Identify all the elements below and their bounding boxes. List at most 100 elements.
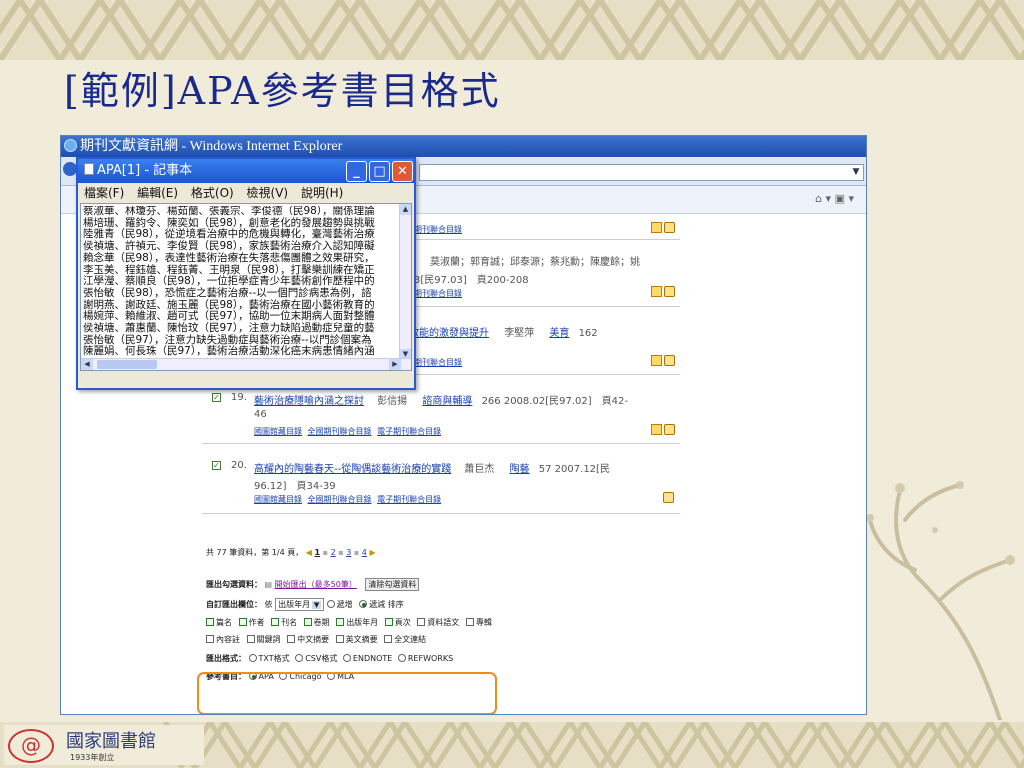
record-meta-cont: 96.12] 頁34-39	[254, 481, 336, 492]
record-journal-link[interactable]: 美育	[549, 328, 569, 339]
printer-icon: ▤	[264, 580, 273, 589]
document-icon[interactable]	[651, 286, 662, 297]
record-authors: 莫淑蘭；郭育誠；邱泰源；蔡兆勳；陳慶餘；姚	[430, 257, 640, 268]
document-icon[interactable]	[651, 355, 662, 366]
page-link-3[interactable]: 3	[346, 548, 351, 557]
page-link-1[interactable]: 1	[314, 548, 320, 557]
horizontal-scrollbar[interactable]: ◀ ▶	[81, 358, 411, 370]
notepad-icon	[84, 163, 94, 175]
text-line: 侯禎塘、蕭惠蘭、陳怡玟（民97），注意力缺陷過動症兒童的藝	[83, 322, 375, 335]
notepad-text-area[interactable]: 蔡淑華、林瓊芬、楊茹蘭、張義宗、李俊德（民98），關係理論 楊培珊、羅鈞令、陳奕…	[80, 203, 412, 371]
record-checkbox[interactable]: ✓	[212, 393, 221, 402]
field-checkbox-pages[interactable]	[384, 618, 393, 626]
highlight-box	[197, 672, 497, 714]
home-feed-icons[interactable]: ⌂ ▾ ▣ ▾	[815, 192, 854, 205]
record-title-link[interactable]: 效能的激發與提升	[409, 328, 489, 339]
document-icon[interactable]	[651, 222, 662, 233]
field-checkbox-special[interactable]	[465, 618, 474, 626]
record-author: 李堅萍	[504, 328, 535, 339]
back-button[interactable]	[63, 162, 77, 176]
page-link-4[interactable]: 4	[362, 548, 367, 557]
field-checkbox-en-abstract[interactable]	[335, 635, 344, 643]
field-checkbox-fulltext[interactable]	[384, 635, 393, 643]
clear-selection-button[interactable]: 清除勾選資料	[365, 578, 420, 591]
record-title-link[interactable]: 高耀內的陶藝春天--從陶偶談藝術治療的實踐	[254, 464, 451, 475]
format-radio-endnote[interactable]	[342, 654, 351, 662]
link-union-catalog[interactable]: 全國期刊聯合目錄	[308, 495, 372, 504]
field-label: 內容註	[216, 635, 240, 644]
maximize-button[interactable]: □	[369, 161, 390, 182]
sort-suffix: 排序	[387, 600, 404, 609]
magnifier-icon[interactable]	[664, 286, 675, 297]
notepad-window: APA[1] - 記事本 _ □ ✕ 檔案(F) 編輯(E) 格式(O) 檢視(…	[76, 157, 416, 390]
menu-edit[interactable]: 編輯(E)	[137, 186, 178, 200]
page-link-2[interactable]: 2	[331, 548, 336, 557]
scroll-up-icon[interactable]: ▲	[400, 204, 411, 215]
sort-field-select[interactable]: 出版年月 ▼	[275, 598, 325, 611]
field-checkbox-zh-abstract[interactable]	[287, 635, 296, 643]
slide-title: [範例]APA參考書目格式	[64, 69, 501, 113]
pager: 共 77 筆資料，第 1/4 頁， ◀ 1 ▪ 2 ▪ 3 ▪ 4 ▶	[206, 547, 376, 558]
minimize-button[interactable]: _	[346, 161, 367, 182]
browser-title: 期刊文獻資訊網 - Windows Internet Explorer	[80, 139, 343, 154]
link-ejournal[interactable]: 電子期刊聯合目錄	[377, 495, 441, 504]
scroll-left-icon[interactable]: ◀	[81, 359, 93, 370]
field-checkbox-author[interactable]	[238, 618, 247, 626]
magnifier-icon[interactable]	[663, 492, 674, 503]
record-meta: 266 2008.02[民97.02] 頁42-	[481, 396, 628, 407]
field-checkbox-note[interactable]	[206, 635, 214, 643]
sort-desc-radio[interactable]	[359, 600, 368, 608]
record-links: 國圖館藏目錄 全國期刊聯合目錄 電子期刊聯合目錄	[254, 426, 444, 437]
export-label: 匯出勾選資料：	[206, 580, 262, 589]
field-checkbox-keywords[interactable]	[246, 635, 255, 643]
field-checkbox-volume[interactable]	[303, 618, 312, 626]
address-input[interactable]: ▼	[419, 164, 864, 181]
record-links: 國圖館藏目錄 全國期刊聯合目錄 電子期刊聯合目錄	[254, 494, 444, 505]
prev-page-icon[interactable]: ◀	[306, 548, 312, 557]
sort-desc-label: 遞減	[369, 600, 386, 609]
link-library-catalog[interactable]: 國圖館藏目錄	[254, 427, 302, 436]
record-checkbox[interactable]: ✓	[212, 461, 221, 470]
field-checkbox-language[interactable]	[417, 618, 426, 626]
field-checkbox-journal[interactable]	[271, 618, 280, 626]
notepad-menu-bar: 檔案(F) 編輯(E) 格式(O) 檢視(V) 說明(H)	[78, 183, 414, 203]
link-union-catalog[interactable]: 全國期刊聯合目錄	[308, 427, 372, 436]
menu-format[interactable]: 格式(O)	[191, 186, 234, 200]
record-number: 19.	[231, 392, 247, 403]
record-title-link[interactable]: 藝術治療隱喻內涵之探討	[254, 396, 364, 407]
custom-fields-row: 自訂匯出欄位： 依 出版年月 ▼ 遞增 遞減 排序	[206, 598, 404, 611]
link-library-catalog[interactable]: 國圖館藏目錄	[254, 495, 302, 504]
menu-view[interactable]: 檢視(V)	[247, 186, 289, 200]
format-row: 匯出格式： TXT格式 CSV格式 ENDNOTE REFWORKS	[206, 653, 453, 664]
field-checkbox-date[interactable]	[336, 618, 345, 626]
record-line: 效能的激發與提升 李堅萍 美育 162	[409, 324, 598, 339]
sort-asc-radio[interactable]	[326, 600, 335, 608]
scroll-right-icon[interactable]: ▶	[389, 359, 401, 370]
format-radio-csv[interactable]	[295, 654, 304, 662]
record-icons	[649, 424, 675, 436]
export-start-link[interactable]: 開始匯出（最多50筆）	[275, 580, 357, 589]
notepad-text: 蔡淑華、林瓊芬、楊茹蘭、張義宗、李俊德（民98），關係理論 楊培珊、羅鈞令、陳奕…	[83, 206, 399, 358]
record-icons	[649, 222, 675, 234]
pager-separator: ▪	[338, 548, 344, 557]
format-radio-txt[interactable]	[248, 654, 257, 662]
record-journal-link[interactable]: 陶藝	[510, 464, 530, 475]
link-ejournal[interactable]: 電子期刊聯合目錄	[377, 427, 441, 436]
library-name: 國家圖書館	[66, 731, 156, 752]
magnifier-icon[interactable]	[664, 424, 675, 435]
format-option: CSV格式	[305, 654, 338, 663]
field-checkbox-title[interactable]	[206, 618, 214, 626]
format-radio-refworks[interactable]	[397, 654, 406, 662]
document-icon[interactable]	[651, 424, 662, 435]
magnifier-icon[interactable]	[664, 355, 675, 366]
chevron-down-icon[interactable]: ▼	[849, 165, 863, 180]
record-journal-link[interactable]: 諮商與輔導	[422, 396, 472, 407]
next-page-icon[interactable]: ▶	[369, 548, 375, 557]
chevron-down-icon: ▼	[312, 601, 322, 609]
magnifier-icon[interactable]	[664, 222, 675, 233]
menu-file[interactable]: 檔案(F)	[84, 186, 124, 200]
menu-help[interactable]: 說明(H)	[301, 186, 343, 200]
vertical-scrollbar[interactable]: ▲ ▼	[399, 204, 411, 360]
close-button[interactable]: ✕	[392, 161, 413, 182]
scroll-thumb[interactable]	[97, 360, 157, 369]
